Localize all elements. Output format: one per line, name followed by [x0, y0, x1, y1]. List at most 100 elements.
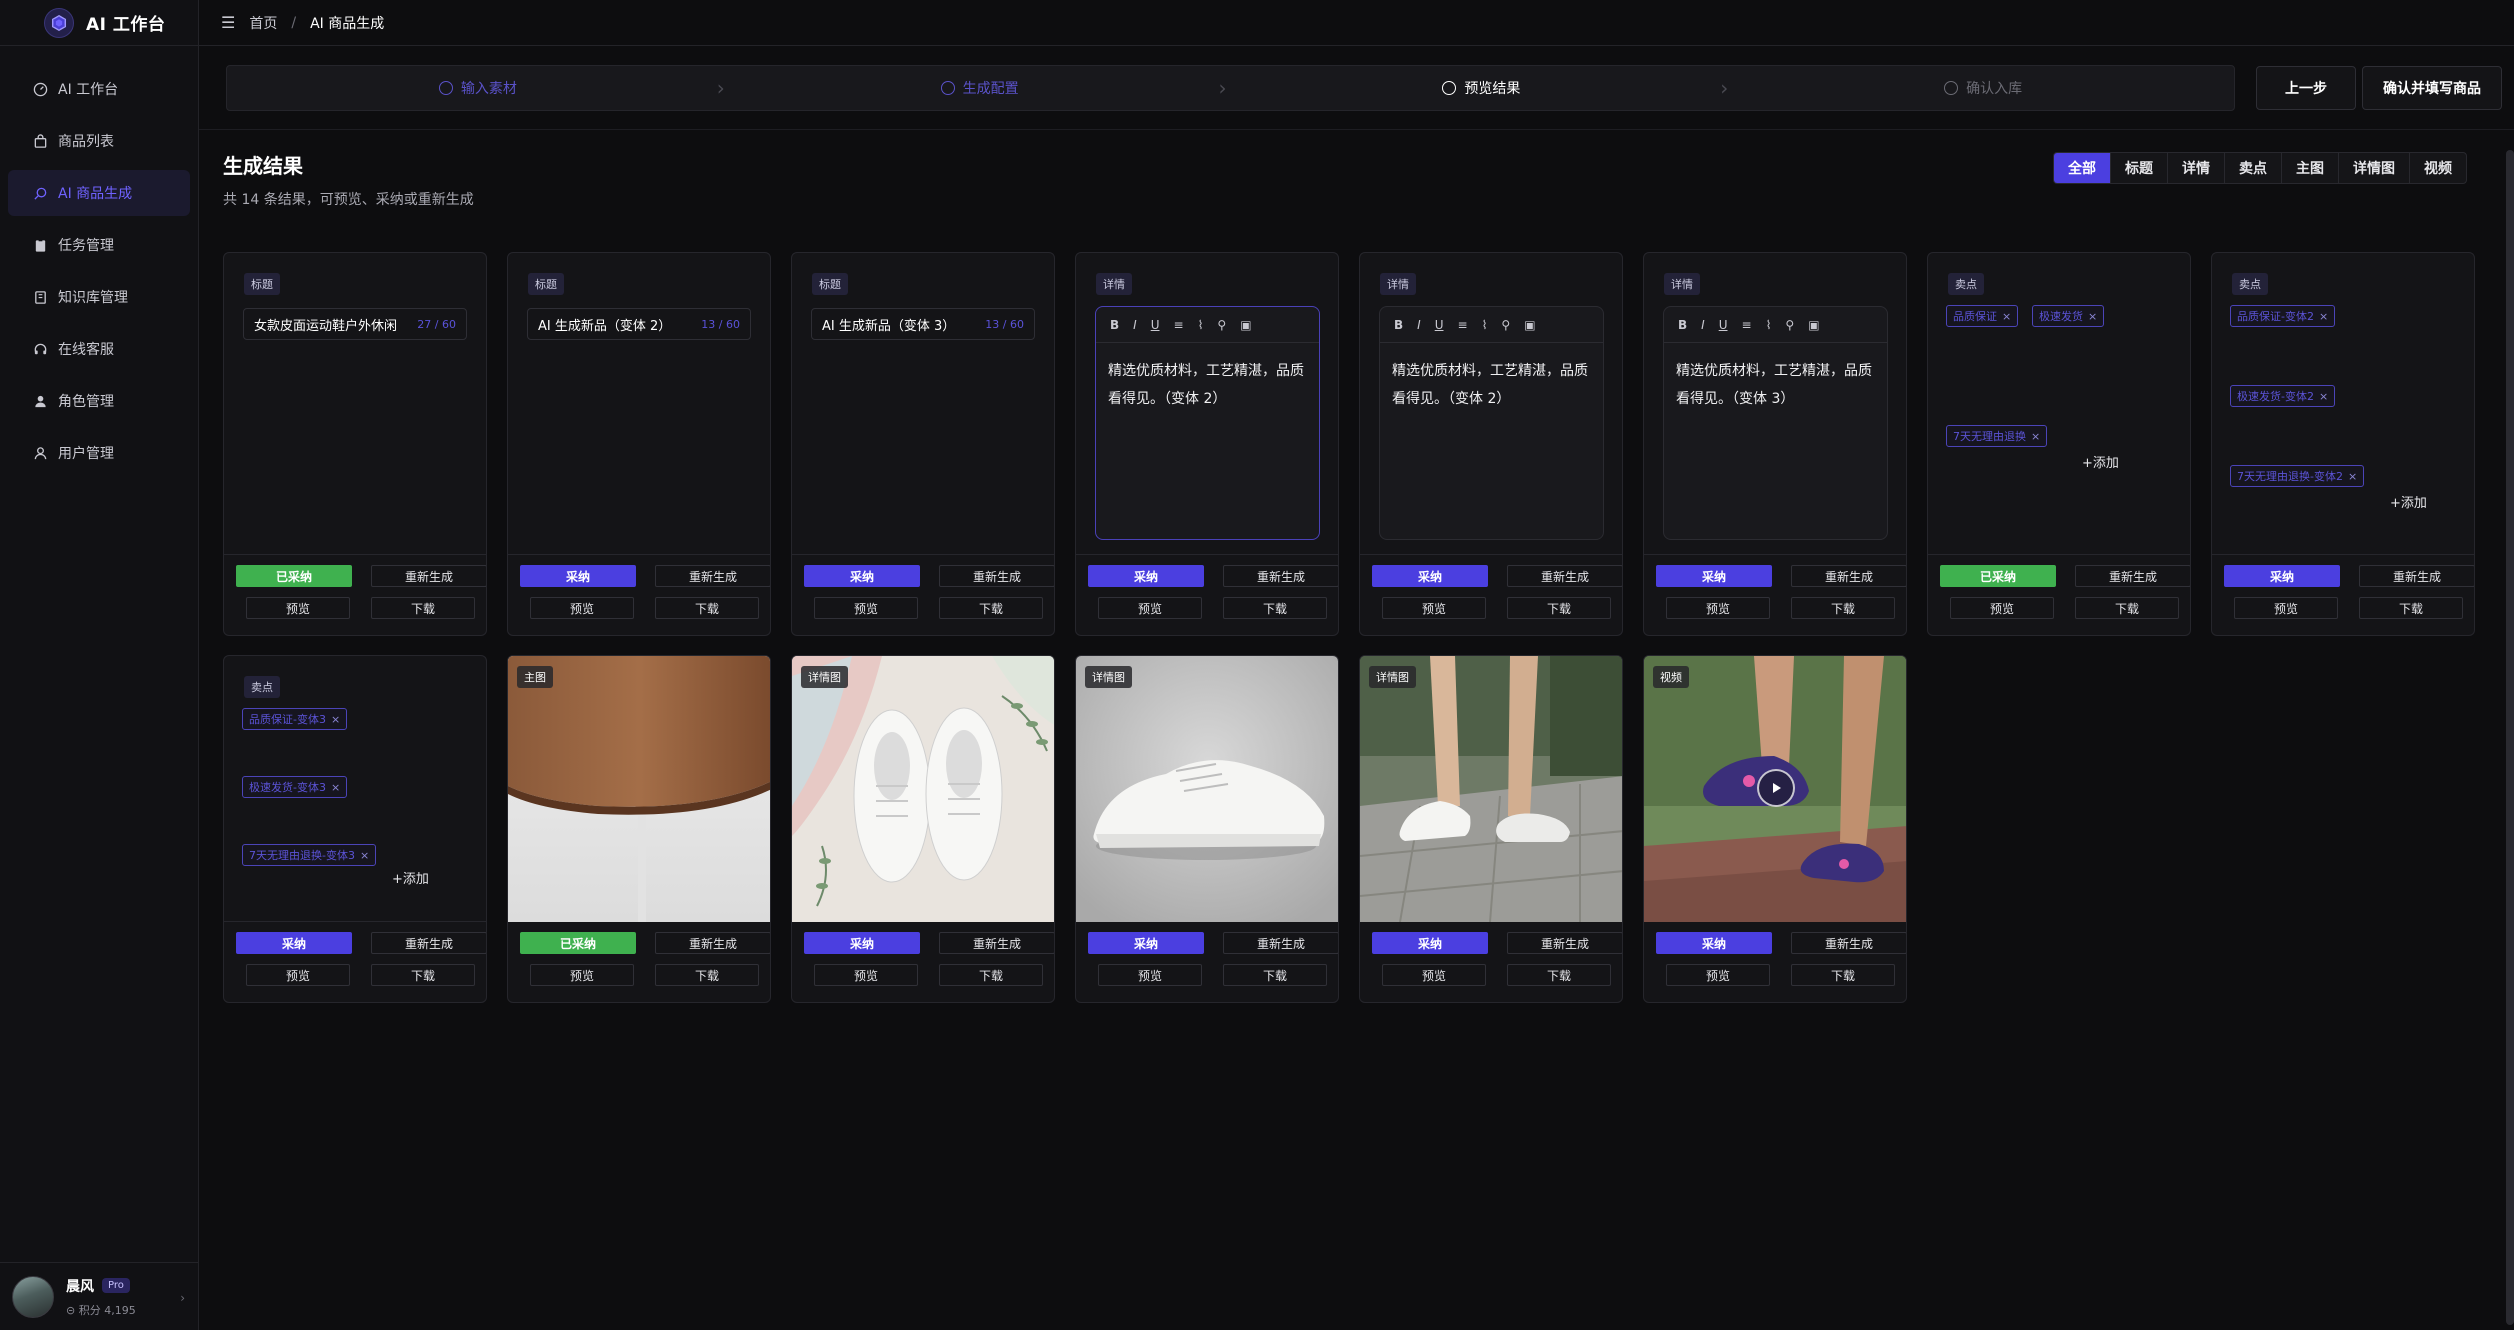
close-icon[interactable]: × [2088, 310, 2097, 323]
download-button[interactable]: 下载 [655, 964, 759, 986]
sidebar-item-products[interactable]: 商品列表 [8, 118, 190, 164]
bold-icon[interactable]: B [1394, 318, 1403, 332]
regenerate-button[interactable]: 重新生成 [371, 565, 486, 587]
tab-detail[interactable]: 详情 [2168, 153, 2225, 183]
close-icon[interactable]: × [331, 713, 340, 726]
confirm-fill-product-button[interactable]: 确认并填写商品 [2362, 66, 2502, 110]
close-icon[interactable]: × [2348, 470, 2357, 483]
regenerate-button[interactable]: 重新生成 [939, 565, 1054, 587]
close-icon[interactable]: × [2002, 310, 2011, 323]
rich-text-editor[interactable]: B I U ≡ ⌇ ⚲ ▣ 精选优质材料，工艺精湛，品质看得见。（变体 2） [1379, 306, 1604, 540]
title-input[interactable]: AI 生成新品（变体 3） 13 / 60 [811, 308, 1035, 340]
rich-text-editor[interactable]: B I U ≡ ⌇ ⚲ ▣ 精选优质材料，工艺精湛，品质看得见。（变体 3） [1663, 306, 1888, 540]
sidebar-item-ai-workbench[interactable]: AI 工作台 [8, 66, 190, 112]
play-icon[interactable] [1757, 769, 1795, 807]
tab-all[interactable]: 全部 [2054, 153, 2111, 183]
chip[interactable]: 7天无理由退换-变体3 × [242, 844, 377, 866]
preview-button[interactable]: 预览 [1666, 597, 1770, 619]
preview-button[interactable]: 预览 [2234, 597, 2338, 619]
link-icon[interactable]: ⚲ [1785, 318, 1794, 332]
download-button[interactable]: 下载 [1507, 964, 1611, 986]
sidebar-item-knowledge[interactable]: 知识库管理 [8, 274, 190, 320]
preview-button[interactable]: 预览 [1382, 964, 1486, 986]
adopt-button[interactable]: 采纳 [804, 932, 920, 954]
regenerate-button[interactable]: 重新生成 [1507, 565, 1622, 587]
chevron-right-icon[interactable]: › [180, 1291, 185, 1305]
download-button[interactable]: 下载 [1223, 597, 1327, 619]
main-image-preview[interactable] [508, 656, 770, 922]
regenerate-button[interactable]: 重新生成 [1223, 932, 1338, 954]
preview-button[interactable]: 预览 [1382, 597, 1486, 619]
adopt-button[interactable]: 采纳 [520, 565, 636, 587]
underline-icon[interactable]: U [1151, 318, 1160, 332]
download-button[interactable]: 下载 [655, 597, 759, 619]
preview-button[interactable]: 预览 [1950, 597, 2054, 619]
regenerate-button[interactable]: 重新生成 [1791, 565, 1906, 587]
underline-icon[interactable]: U [1719, 318, 1728, 332]
scrollbar[interactable] [2506, 150, 2514, 1325]
adopt-button[interactable]: 采纳 [2224, 565, 2340, 587]
adopt-button[interactable]: 采纳 [1656, 932, 1772, 954]
tab-detail-image[interactable]: 详情图 [2339, 153, 2410, 183]
regenerate-button[interactable]: 重新生成 [939, 932, 1054, 954]
chip[interactable]: 极速发货-变体2 × [2230, 385, 2336, 407]
download-button[interactable]: 下载 [371, 964, 475, 986]
image-icon[interactable]: ▣ [1240, 318, 1251, 332]
sidebar-item-ai-generate[interactable]: AI 商品生成 [8, 170, 190, 216]
image-icon[interactable]: ▣ [1524, 318, 1535, 332]
editor-content[interactable]: 精选优质材料，工艺精湛，品质看得见。（变体 2） [1096, 343, 1319, 427]
adopted-button[interactable]: 已采纳 [1940, 565, 2056, 587]
chip[interactable]: 极速发货 × [2032, 305, 2105, 327]
title-input[interactable]: 女款皮面运动鞋户外休闲 27 / 60 [243, 308, 467, 340]
image-icon[interactable]: ▣ [1808, 318, 1819, 332]
preview-button[interactable]: 预览 [246, 964, 350, 986]
download-button[interactable]: 下载 [939, 964, 1043, 986]
bold-icon[interactable]: B [1678, 318, 1687, 332]
step-preview-result[interactable]: 预览结果 › [1231, 66, 1733, 110]
prev-step-button[interactable]: 上一步 [2256, 66, 2356, 110]
preview-button[interactable]: 预览 [246, 597, 350, 619]
preview-button[interactable]: 预览 [530, 597, 634, 619]
download-button[interactable]: 下载 [1223, 964, 1327, 986]
download-button[interactable]: 下载 [2075, 597, 2179, 619]
sidebar-item-users[interactable]: 用户管理 [8, 430, 190, 476]
adopt-button[interactable]: 采纳 [1372, 565, 1488, 587]
add-chip-button[interactable]: +添加 [2390, 492, 2427, 511]
preview-button[interactable]: 预览 [1098, 964, 1202, 986]
strikethrough-icon[interactable]: ⌇ [1766, 318, 1772, 332]
adopt-button[interactable]: 采纳 [1088, 565, 1204, 587]
editor-content[interactable]: 精选优质材料，工艺精湛，品质看得见。（变体 2） [1380, 343, 1603, 427]
preview-button[interactable]: 预览 [530, 964, 634, 986]
close-icon[interactable]: × [2031, 430, 2040, 443]
rich-text-editor[interactable]: B I U ≡ ⌇ ⚲ ▣ 精选优质材料，工艺精湛，品质看得见。（变体 2） [1095, 306, 1320, 540]
strikethrough-icon[interactable]: ⌇ [1482, 318, 1488, 332]
step-confirm-storage[interactable]: 确认入库 [1732, 66, 2234, 110]
close-icon[interactable]: × [2319, 390, 2328, 403]
download-button[interactable]: 下载 [1791, 964, 1895, 986]
detail-image-preview[interactable] [1360, 656, 1622, 922]
menu-icon[interactable]: ☰ [221, 13, 235, 32]
close-icon[interactable]: × [360, 849, 369, 862]
chip[interactable]: 7天无理由退换 × [1946, 425, 2048, 447]
chip[interactable]: 极速发货-变体3 × [242, 776, 348, 798]
italic-icon[interactable]: I [1417, 318, 1421, 332]
regenerate-button[interactable]: 重新生成 [1223, 565, 1338, 587]
adopt-button[interactable]: 采纳 [1088, 932, 1204, 954]
detail-image-preview[interactable] [1076, 656, 1338, 922]
tab-main-image[interactable]: 主图 [2282, 153, 2339, 183]
step-generate-config[interactable]: 生成配置 › [729, 66, 1231, 110]
adopt-button[interactable]: 采纳 [1372, 932, 1488, 954]
regenerate-button[interactable]: 重新生成 [371, 932, 486, 954]
tab-selling-point[interactable]: 卖点 [2225, 153, 2282, 183]
regenerate-button[interactable]: 重新生成 [655, 565, 770, 587]
download-button[interactable]: 下载 [2359, 597, 2463, 619]
sidebar-item-roles[interactable]: 角色管理 [8, 378, 190, 424]
adopted-button[interactable]: 已采纳 [236, 565, 352, 587]
tab-video[interactable]: 视频 [2410, 153, 2466, 183]
regenerate-button[interactable]: 重新生成 [2359, 565, 2474, 587]
chip[interactable]: 品质保证-变体2 × [2230, 305, 2336, 327]
chip[interactable]: 品质保证-变体3 × [242, 708, 348, 730]
sidebar-item-tasks[interactable]: 任务管理 [8, 222, 190, 268]
adopt-button[interactable]: 采纳 [1656, 565, 1772, 587]
link-icon[interactable]: ⚲ [1217, 318, 1226, 332]
